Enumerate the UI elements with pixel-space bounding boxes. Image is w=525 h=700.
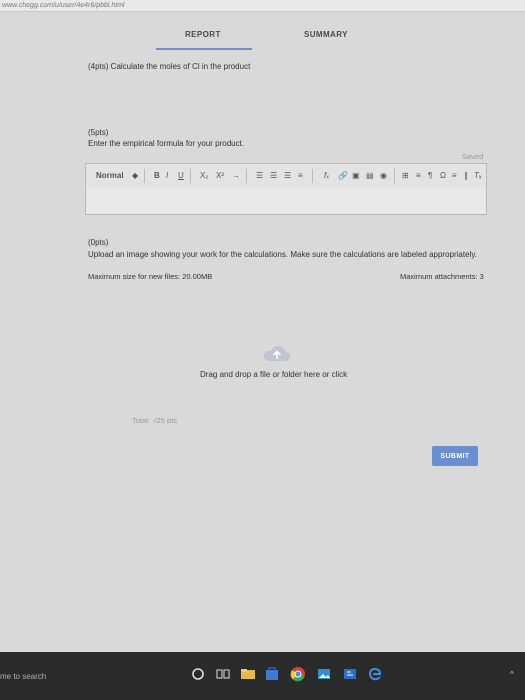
subscript-button[interactable]: X₂ bbox=[200, 171, 208, 180]
tab-summary[interactable]: SUMMARY bbox=[304, 30, 348, 39]
report-content: (4pts) Calculate the moles of Cl in the … bbox=[0, 60, 525, 650]
task-view-icon[interactable] bbox=[215, 666, 231, 682]
max-attachments-text: Maximum attachments: 3 bbox=[400, 272, 484, 281]
dropzone-text[interactable]: Drag and drop a file or folder here or c… bbox=[200, 370, 347, 379]
active-tab-indicator bbox=[156, 48, 252, 50]
embed-icon[interactable]: ◉ bbox=[380, 171, 387, 180]
toolbar-divider bbox=[394, 169, 395, 183]
q1-title: (4pts) Calculate the moles of Cl in the … bbox=[88, 62, 251, 71]
toolbar-divider bbox=[246, 169, 247, 183]
chrome-icon[interactable] bbox=[290, 666, 306, 682]
media-icon[interactable]: ▤ bbox=[366, 171, 374, 180]
q3-prompt: Upload an image showing your work for th… bbox=[88, 250, 477, 259]
align-center-icon[interactable]: ☰ bbox=[270, 171, 277, 180]
list-bullet-icon[interactable]: ≡ bbox=[452, 171, 457, 180]
chevron-up-icon[interactable]: ^ bbox=[510, 670, 514, 679]
bold-button[interactable]: B bbox=[154, 171, 160, 180]
clear-format-button[interactable]: Tₓ bbox=[474, 171, 482, 180]
list-icon[interactable]: ≡ bbox=[298, 171, 303, 180]
table-icon[interactable]: ⊞ bbox=[402, 171, 409, 180]
windows-taskbar: me to search ^ bbox=[0, 652, 525, 700]
submit-button[interactable]: SUBMIT bbox=[432, 446, 478, 466]
toolbar-divider bbox=[312, 169, 313, 183]
special-char-icon[interactable]: Ω bbox=[440, 171, 446, 180]
tab-bar: REPORT SUMMARY bbox=[0, 20, 525, 54]
q3-points: (0pts) bbox=[88, 238, 109, 247]
columns-icon[interactable]: ∥ bbox=[464, 171, 468, 180]
image-icon[interactable]: ▣ bbox=[352, 171, 360, 180]
align-right-icon[interactable]: ☰ bbox=[284, 171, 291, 180]
formula-input[interactable] bbox=[85, 188, 487, 215]
style-select[interactable]: Normal bbox=[96, 171, 124, 180]
total-points: Total: -/25 pts bbox=[132, 416, 178, 425]
q2-points: (5pts) bbox=[88, 128, 109, 137]
align-left-icon[interactable]: ☰ bbox=[256, 171, 263, 180]
formula-button[interactable]: fₓ bbox=[324, 171, 329, 180]
italic-button[interactable]: I bbox=[166, 171, 168, 180]
underline-button[interactable]: U bbox=[178, 171, 184, 180]
cortana-icon[interactable] bbox=[190, 666, 206, 682]
edge-icon[interactable] bbox=[367, 666, 383, 682]
saved-indicator: Saved bbox=[462, 152, 484, 161]
file-explorer-icon[interactable] bbox=[240, 666, 256, 682]
toolbar-divider bbox=[190, 169, 191, 183]
photos-icon[interactable] bbox=[316, 666, 332, 682]
toolbar-divider bbox=[144, 169, 145, 183]
address-bar[interactable]: www.chegg.com/u/user/4e4r6/pbbl.html bbox=[0, 0, 525, 12]
store-icon[interactable] bbox=[264, 666, 280, 682]
mail-icon[interactable] bbox=[342, 666, 358, 682]
indent-icon[interactable]: ≡ bbox=[416, 171, 421, 180]
chevron-updown-icon[interactable]: ◆ bbox=[132, 171, 138, 180]
paragraph-icon[interactable]: ¶ bbox=[428, 171, 432, 180]
link-icon[interactable]: 🔗 bbox=[338, 171, 348, 180]
superscript-button[interactable]: X² bbox=[216, 171, 224, 180]
q2-prompt: Enter the empirical formula for your pro… bbox=[88, 139, 245, 148]
arrow-icon[interactable]: → bbox=[232, 171, 240, 180]
cloud-upload-icon[interactable] bbox=[262, 342, 292, 364]
max-size-text: Maximum size for new files: 20.00MB bbox=[88, 272, 213, 281]
editor-toolbar: Normal ◆ B I U X₂ X² → ☰ ☰ ☰ ≡ fₓ 🔗 ▣ ▤ … bbox=[85, 163, 487, 189]
screen: www.chegg.com/u/user/4e4r6/pbbl.html REP… bbox=[0, 0, 525, 700]
url-text: www.chegg.com/u/user/4e4r6/pbbl.html bbox=[1, 2, 126, 9]
tab-report[interactable]: REPORT bbox=[185, 30, 221, 39]
taskbar-search[interactable]: me to search bbox=[0, 672, 46, 681]
